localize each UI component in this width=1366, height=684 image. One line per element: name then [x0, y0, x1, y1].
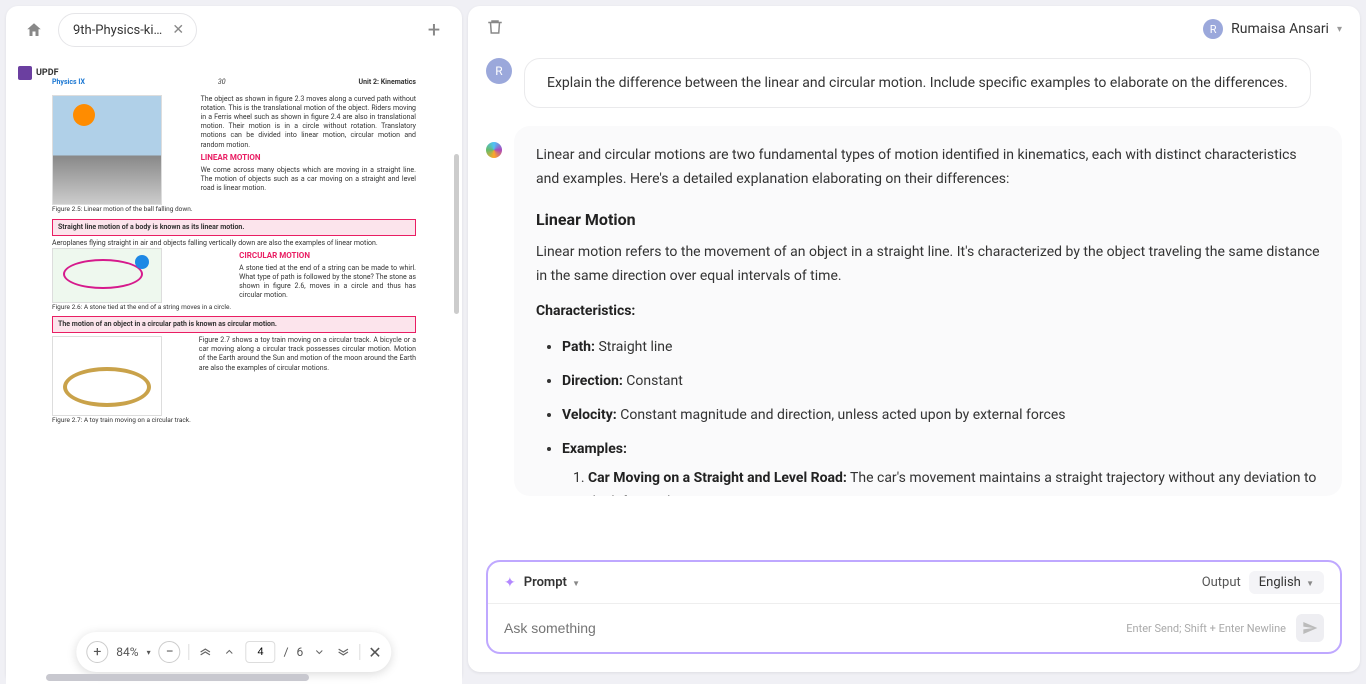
pdf-unit: Unit 2: Kinematics [358, 78, 416, 87]
tab-bar: 9th-Physics-ki… ✕ + [6, 6, 462, 54]
ai-bubble: Linear and circular motions are two fund… [514, 126, 1342, 496]
close-icon[interactable]: ✕ [170, 22, 186, 38]
updf-logo: UPDF [18, 66, 59, 80]
pdf-page-number: 30 [218, 78, 226, 87]
home-button[interactable] [18, 14, 50, 46]
pdf-viewer[interactable]: Physics IX 30 Unit 2: Kinematics Figure … [6, 54, 462, 684]
total-pages: 6 [297, 645, 304, 659]
user-avatar-small: R [486, 58, 512, 84]
home-icon [25, 21, 43, 39]
user-avatar: R [1203, 19, 1223, 39]
ai-avatar-icon [486, 142, 502, 158]
user-menu[interactable]: R Rumaisa Ansari ▾ [1203, 19, 1342, 39]
document-tab[interactable]: 9th-Physics-ki… ✕ [58, 13, 197, 47]
pdf-toolbar: + 84% ▾ − / 6 ✕ [76, 632, 391, 672]
send-button[interactable] [1296, 614, 1324, 642]
prev-page-button[interactable] [222, 646, 238, 658]
ai-message: Linear and circular motions are two fund… [486, 126, 1342, 496]
input-toolbar: ✦ Prompt ▼ Output English ▼ [488, 562, 1340, 604]
delete-button[interactable] [486, 18, 504, 40]
chat-input[interactable] [504, 620, 1116, 636]
input-row: Enter Send; Shift + Enter Newline [488, 604, 1340, 652]
pdf-page: Physics IX 30 Unit 2: Kinematics Figure … [34, 64, 434, 684]
user-bubble: Explain the difference between the linea… [524, 58, 1311, 108]
trash-icon [486, 18, 504, 36]
next-page-button[interactable] [311, 646, 327, 658]
chat-header: R Rumaisa Ansari ▾ [468, 6, 1360, 52]
prompt-selector[interactable]: Prompt ▼ [524, 575, 580, 590]
last-page-button[interactable] [335, 645, 351, 659]
input-hint: Enter Send; Shift + Enter Newline [1126, 622, 1286, 635]
pdf-panel: 9th-Physics-ki… ✕ + UPDF Physics IX 30 U… [6, 6, 462, 684]
input-area: ✦ Prompt ▼ Output English ▼ Enter Send; … [486, 560, 1342, 654]
sparkle-icon: ✦ [504, 575, 516, 591]
output-label: Output [1202, 575, 1241, 590]
add-tab-button[interactable]: + [418, 14, 450, 46]
chat-messages: R Explain the difference between the lin… [468, 52, 1360, 560]
send-icon [1302, 620, 1318, 636]
close-toolbar-button[interactable]: ✕ [368, 643, 381, 662]
updf-icon [18, 66, 32, 80]
language-selector[interactable]: English ▼ [1249, 571, 1324, 594]
user-name: Rumaisa Ansari [1231, 21, 1329, 37]
pdf-figure-2-5 [52, 95, 162, 205]
pdf-figure-2-6 [52, 248, 162, 303]
chevron-down-icon: ▾ [1337, 24, 1342, 35]
zoom-out-button[interactable]: − [159, 641, 181, 663]
zoom-caret[interactable]: ▾ [147, 648, 151, 657]
zoom-level: 84% [116, 645, 138, 659]
zoom-in-button[interactable]: + [86, 641, 108, 663]
tab-title: 9th-Physics-ki… [73, 23, 162, 38]
first-page-button[interactable] [198, 645, 214, 659]
page-input[interactable] [246, 641, 276, 663]
vertical-scrollbar[interactable] [451, 114, 459, 624]
chat-panel: R Rumaisa Ansari ▾ R Explain the differe… [468, 6, 1360, 672]
pdf-figure-2-7 [52, 336, 162, 416]
user-message: R Explain the difference between the lin… [486, 58, 1342, 108]
